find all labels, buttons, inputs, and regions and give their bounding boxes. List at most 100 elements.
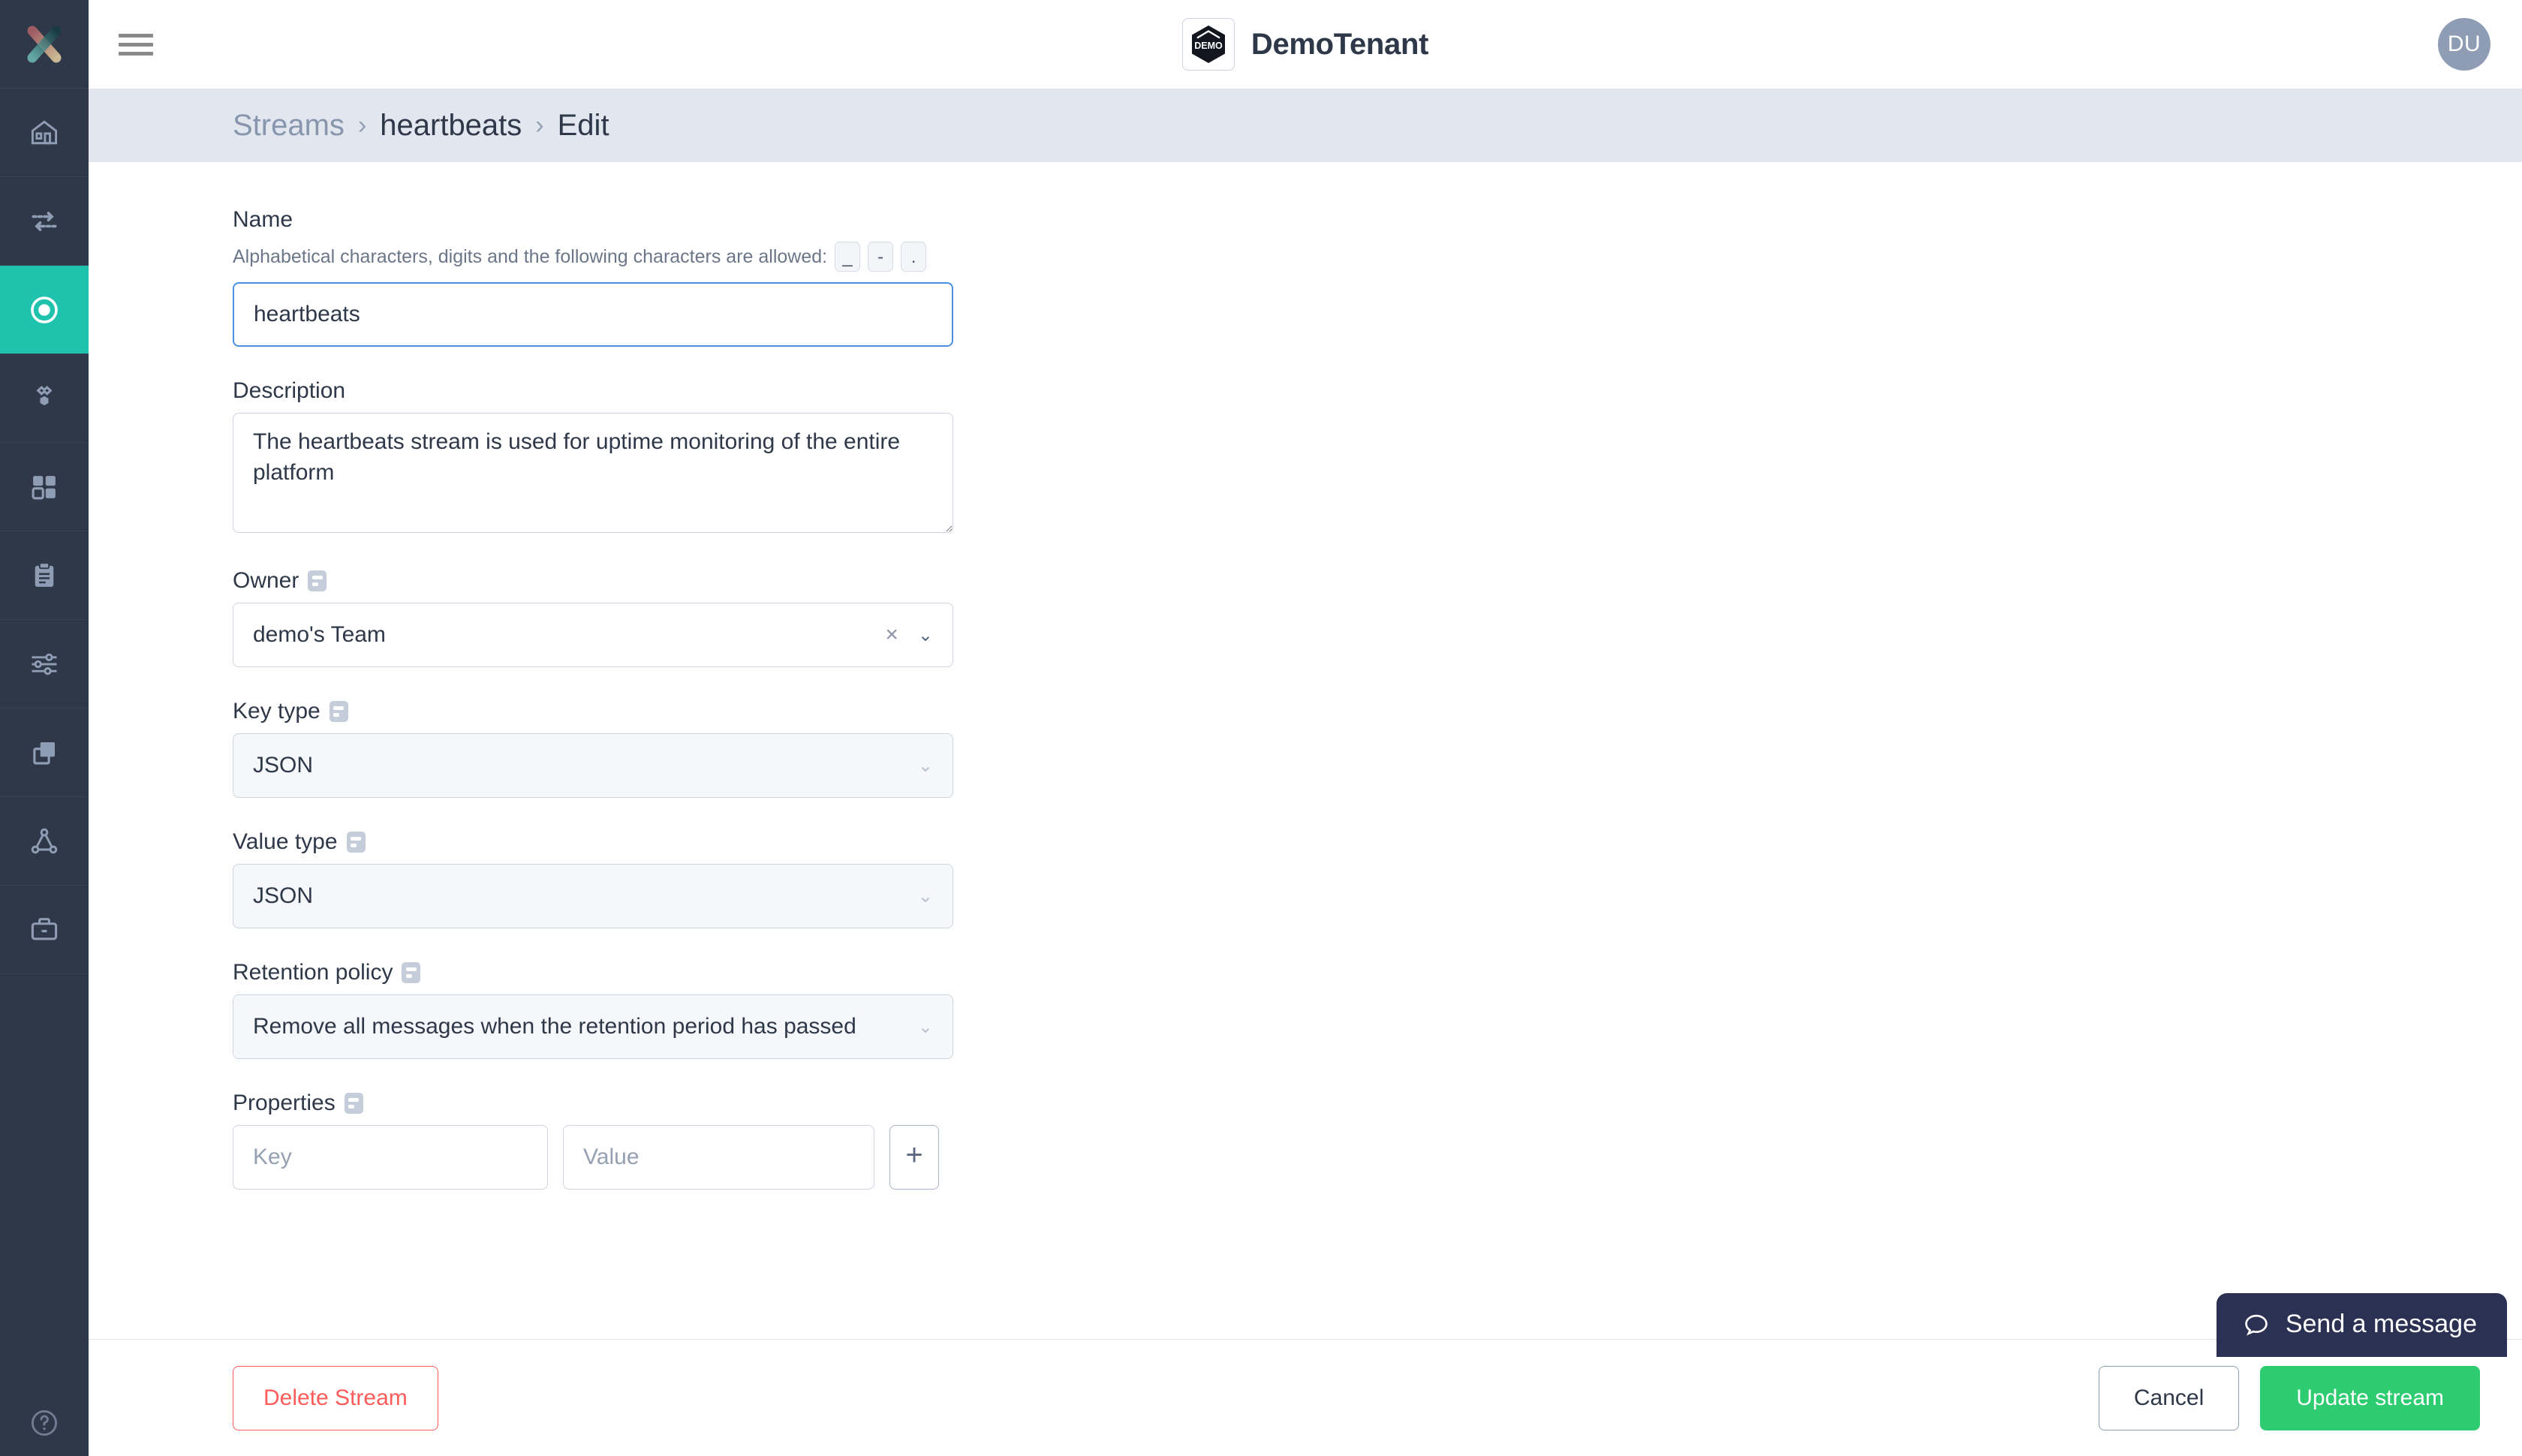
chevron-down-icon[interactable]: ⌄ [918,624,933,646]
sidebar-item-connectors[interactable] [0,177,89,266]
nodes-icon [36,385,53,405]
grid-icon [32,475,56,499]
app-logo[interactable] [0,0,89,89]
label-owner-text: Owner [233,568,299,593]
sidebar-item-topology[interactable] [0,354,89,443]
breadcrumb-item-heartbeats[interactable]: heartbeats [380,109,522,143]
retention-policy-value: Remove all messages when the retention p… [253,1014,856,1039]
briefcase-icon [31,917,58,940]
description-textarea[interactable] [233,413,953,533]
help-circle-icon [31,1409,58,1436]
breadcrumb-separator: › [535,110,544,140]
main-column: DEMO DemoTenant DU Streams › heartbeats … [89,0,2522,1456]
field-properties: Properties + [233,1090,2522,1190]
label-value-type-text: Value type [233,829,338,854]
label-retention-policy-text: Retention policy [233,960,393,985]
hamburger-bar [119,33,153,38]
allowed-char-dot: . [901,242,927,272]
hamburger-bar [119,42,153,47]
sidebar-item-home[interactable] [0,89,89,177]
allowed-char-dash: - [868,242,894,272]
field-owner: Owner demo's Team × ⌄ [233,568,2522,667]
graph-icon [31,828,58,853]
label-properties-text: Properties [233,1090,336,1115]
sidebar-item-lineage[interactable] [0,797,89,886]
clipboard-icon [35,561,54,587]
info-icon[interactable] [329,701,348,722]
update-stream-button[interactable]: Update stream [2260,1365,2480,1430]
retention-policy-select[interactable]: Remove all messages when the retention p… [233,994,953,1059]
chat-widget-label: Send a message [2285,1310,2477,1338]
tenant-block: DEMO DemoTenant [89,0,2522,89]
label-key-type-text: Key type [233,699,321,723]
chevron-down-icon: ⌄ [917,755,933,776]
field-key-type: Key type JSON ⌄ [233,699,2522,798]
hamburger-icon[interactable] [119,29,153,61]
value-type-value: JSON [253,883,314,908]
label-value-type: Value type [233,829,2522,855]
avatar[interactable]: DU [2438,18,2490,71]
owner-select[interactable]: demo's Team × ⌄ [233,603,953,667]
label-key-type: Key type [233,699,2522,724]
breadcrumb: Streams › heartbeats › Edit [89,89,2522,162]
footer-action-bar: Delete Stream Cancel Update stream [89,1339,2522,1456]
demo-hexagon-icon: DEMO [1191,26,1225,63]
app-root: DEMO DemoTenant DU Streams › heartbeats … [0,0,2522,1456]
label-name: Name [233,207,293,232]
info-icon[interactable] [402,962,421,983]
sidebar-item-jobs[interactable] [0,531,89,620]
property-value-input[interactable] [563,1125,874,1190]
info-icon[interactable] [344,1093,363,1114]
chevron-down-icon: ⌄ [917,1016,933,1037]
demo-logo-text: DEMO [1194,41,1223,51]
value-type-select[interactable]: JSON ⌄ [233,864,953,928]
property-key-input[interactable] [233,1125,548,1190]
key-type-value: JSON [253,753,314,778]
help-button[interactable] [0,1406,89,1439]
label-description: Description [233,378,346,403]
sidebar-item-environments[interactable] [0,708,89,797]
speech-bubble-icon [2245,1314,2268,1335]
label-retention-policy: Retention policy [233,960,2522,985]
chevron-down-icon: ⌄ [917,886,933,907]
home-icon [31,119,58,144]
info-icon[interactable] [308,570,327,591]
field-description: Description [233,378,2522,537]
name-input[interactable] [233,282,953,347]
sidebar-item-settings[interactable] [0,620,89,708]
app-logo-x-icon [27,26,62,62]
label-properties: Properties [233,1090,2522,1116]
tenant-name: DemoTenant [1250,27,1429,61]
cancel-button[interactable]: Cancel [2098,1365,2240,1430]
field-retention-policy: Retention policy Remove all messages whe… [233,960,2522,1059]
breadcrumb-item-edit: Edit [557,108,609,142]
sidebar [0,0,89,1456]
hamburger-bar [119,51,153,56]
add-property-button[interactable]: + [889,1125,939,1190]
info-icon[interactable] [346,832,366,853]
owner-value: demo's Team [253,622,386,647]
topbar: DEMO DemoTenant DU [89,0,2522,89]
sidebar-item-apps[interactable] [0,443,89,531]
label-owner: Owner [233,568,2522,594]
transfer-icon [32,211,57,231]
stream-edit-form: Name Alphabetical characters, digits and… [89,162,2522,1339]
sidebar-item-workspace[interactable] [0,886,89,974]
delete-stream-button[interactable]: Delete Stream [233,1365,438,1430]
owner-clear-icon[interactable]: × [885,622,898,648]
field-name: Name Alphabetical characters, digits and… [233,207,2522,347]
chat-widget[interactable]: Send a message [2216,1293,2507,1357]
allowed-char-underscore: _ [835,242,861,272]
name-hint-row: Alphabetical characters, digits and the … [233,242,2522,272]
sidebar-item-streams[interactable] [0,266,89,354]
key-type-select[interactable]: JSON ⌄ [233,733,953,798]
breadcrumb-item-streams[interactable]: Streams [233,109,345,143]
record-icon [31,296,58,323]
properties-row: + [233,1125,2522,1190]
sliders-icon [32,653,57,675]
layers-icon [33,742,55,765]
field-value-type: Value type JSON ⌄ [233,829,2522,928]
breadcrumb-separator: › [357,110,367,140]
name-hint-text: Alphabetical characters, digits and the … [233,245,828,267]
tenant-logo[interactable]: DEMO [1181,18,1235,71]
